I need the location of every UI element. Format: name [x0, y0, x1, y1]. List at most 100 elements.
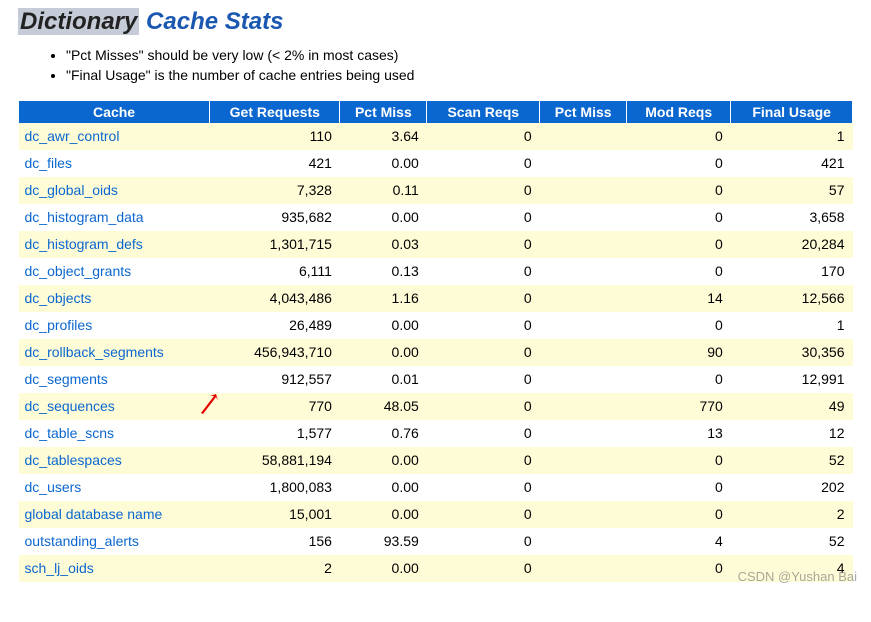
cell-get-requests: 7,328	[210, 177, 340, 204]
cell-get-requests: 1,800,083	[210, 474, 340, 501]
cell-final-usage: 1	[731, 312, 853, 339]
cell-final-usage: 3,658	[731, 204, 853, 231]
note-item: "Pct Misses" should be very low (< 2% in…	[66, 46, 853, 66]
cell-pct-miss-2	[540, 258, 627, 285]
cell-cache: dc_table_scns	[19, 420, 210, 447]
table-row: dc_histogram_defs1,301,7150.030020,284	[19, 231, 853, 258]
cell-scan-reqs: 0	[427, 339, 540, 366]
cell-pct-miss-1: 3.64	[340, 123, 427, 150]
table-row: dc_tablespaces58,881,1940.000052	[19, 447, 853, 474]
cell-pct-miss-2	[540, 150, 627, 177]
table-row: dc_awr_control1103.64001	[19, 123, 853, 150]
cell-scan-reqs: 0	[427, 366, 540, 393]
col-final-usage: Final Usage	[731, 101, 853, 123]
cell-get-requests: 456,943,710	[210, 339, 340, 366]
cell-final-usage: 1	[731, 123, 853, 150]
cell-pct-miss-1: 93.59	[340, 528, 427, 555]
cell-mod-reqs: 0	[627, 312, 731, 339]
cell-cache: dc_sequences	[19, 393, 210, 420]
cell-final-usage: 202	[731, 474, 853, 501]
cell-final-usage: 20,284	[731, 231, 853, 258]
cell-scan-reqs: 0	[427, 231, 540, 258]
title-remainder: Cache Stats	[139, 8, 283, 35]
cell-pct-miss-2	[540, 123, 627, 150]
cell-cache: dc_object_grants	[19, 258, 210, 285]
cell-get-requests: 156	[210, 528, 340, 555]
page-title: Dictionary Cache Stats	[18, 8, 853, 36]
cell-get-requests: 770	[210, 393, 340, 420]
col-mod-reqs: Mod Reqs	[627, 101, 731, 123]
cell-scan-reqs: 0	[427, 204, 540, 231]
col-pct-miss-2: Pct Miss	[540, 101, 627, 123]
cell-pct-miss-2	[540, 528, 627, 555]
cell-mod-reqs: 0	[627, 474, 731, 501]
cell-pct-miss-1: 0.00	[340, 501, 427, 528]
cell-pct-miss-2	[540, 447, 627, 474]
cell-pct-miss-2	[540, 204, 627, 231]
cell-cache: dc_profiles	[19, 312, 210, 339]
table-row: dc_table_scns1,5770.7601312	[19, 420, 853, 447]
watermark: CSDN @Yushan Bai	[738, 569, 857, 584]
cell-final-usage: 12	[731, 420, 853, 447]
cell-scan-reqs: 0	[427, 312, 540, 339]
cell-final-usage: 12,991	[731, 366, 853, 393]
cell-cache: dc_global_oids	[19, 177, 210, 204]
col-pct-miss-1: Pct Miss	[340, 101, 427, 123]
cell-pct-miss-1: 48.05	[340, 393, 427, 420]
table-row: dc_users1,800,0830.0000202	[19, 474, 853, 501]
cell-scan-reqs: 0	[427, 258, 540, 285]
cell-mod-reqs: 0	[627, 447, 731, 474]
title-highlight: Dictionary	[18, 8, 139, 35]
cell-get-requests: 1,301,715	[210, 231, 340, 258]
cell-scan-reqs: 0	[427, 177, 540, 204]
cell-mod-reqs: 0	[627, 555, 731, 582]
cell-mod-reqs: 0	[627, 177, 731, 204]
cell-get-requests: 6,111	[210, 258, 340, 285]
cell-scan-reqs: 0	[427, 393, 540, 420]
cell-final-usage: 421	[731, 150, 853, 177]
cell-cache: dc_segments	[19, 366, 210, 393]
cell-pct-miss-1: 0.11	[340, 177, 427, 204]
cell-mod-reqs: 0	[627, 204, 731, 231]
cell-final-usage: 30,356	[731, 339, 853, 366]
cell-cache: dc_awr_control	[19, 123, 210, 150]
cell-cache: sch_lj_oids	[19, 555, 210, 582]
cell-pct-miss-2	[540, 231, 627, 258]
cell-pct-miss-2	[540, 474, 627, 501]
cell-scan-reqs: 0	[427, 150, 540, 177]
table-row: dc_global_oids7,3280.110057	[19, 177, 853, 204]
cell-final-usage: 2	[731, 501, 853, 528]
table-row: dc_object_grants6,1110.1300170	[19, 258, 853, 285]
cell-pct-miss-2	[540, 420, 627, 447]
cell-pct-miss-2	[540, 501, 627, 528]
cell-mod-reqs: 0	[627, 501, 731, 528]
cell-final-usage: 52	[731, 447, 853, 474]
cell-get-requests: 4,043,486	[210, 285, 340, 312]
notes-list: "Pct Misses" should be very low (< 2% in…	[48, 46, 853, 85]
cell-pct-miss-1: 0.00	[340, 555, 427, 582]
table-row: sch_lj_oids20.00004	[19, 555, 853, 582]
col-cache: Cache	[19, 101, 210, 123]
cell-cache: dc_files	[19, 150, 210, 177]
cell-final-usage: 52	[731, 528, 853, 555]
cell-scan-reqs: 0	[427, 420, 540, 447]
cell-mod-reqs: 0	[627, 150, 731, 177]
table-row: dc_objects4,043,4861.1601412,566	[19, 285, 853, 312]
cell-scan-reqs: 0	[427, 474, 540, 501]
cell-cache: dc_rollback_segments	[19, 339, 210, 366]
cell-mod-reqs: 770	[627, 393, 731, 420]
cell-mod-reqs: 90	[627, 339, 731, 366]
cell-get-requests: 935,682	[210, 204, 340, 231]
cell-final-usage: 49	[731, 393, 853, 420]
cell-get-requests: 58,881,194	[210, 447, 340, 474]
cell-scan-reqs: 0	[427, 501, 540, 528]
cell-get-requests: 26,489	[210, 312, 340, 339]
cell-scan-reqs: 0	[427, 528, 540, 555]
cell-pct-miss-1: 0.00	[340, 447, 427, 474]
cell-pct-miss-1: 0.76	[340, 420, 427, 447]
cell-cache: dc_users	[19, 474, 210, 501]
col-scan-reqs: Scan Reqs	[427, 101, 540, 123]
cell-mod-reqs: 13	[627, 420, 731, 447]
cell-scan-reqs: 0	[427, 447, 540, 474]
cell-get-requests: 2	[210, 555, 340, 582]
